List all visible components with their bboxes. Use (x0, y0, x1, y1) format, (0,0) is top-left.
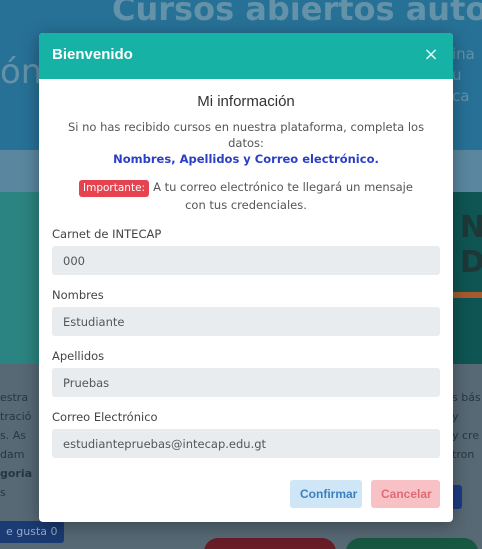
intro-text: Si no has recibido cursos en nuestra pla… (67, 120, 425, 150)
apellidos-label: Apellidos (52, 349, 105, 363)
modal-body: Mi información Si no has recibido cursos… (39, 93, 453, 458)
notice: Importante: A tu correo electrónico te ll… (52, 179, 440, 214)
cancel-button[interactable]: Cancelar (371, 480, 440, 508)
important-badge: Importante: (79, 180, 150, 197)
email-field[interactable] (52, 429, 440, 458)
field-apellidos: Apellidos (52, 349, 440, 397)
close-icon[interactable]: × (421, 45, 441, 65)
field-nombres: Nombres (52, 288, 440, 336)
field-correo: Correo Electrónico (52, 410, 440, 458)
correo-label: Correo Electrónico (52, 410, 158, 424)
carnet-input[interactable] (52, 246, 440, 275)
nombres-input[interactable] (52, 307, 440, 336)
apellidos-input[interactable] (52, 368, 440, 397)
required-fields-text: Nombres, Apellidos y Correo electrónico. (113, 152, 379, 166)
modal-actions: Confirmar Cancelar (290, 480, 440, 508)
field-carnet: Carnet de INTECAP (52, 227, 440, 275)
notice-text: A tu correo electrónico te llegará un me… (153, 180, 413, 212)
carnet-label: Carnet de INTECAP (52, 227, 162, 241)
nombres-label: Nombres (52, 288, 104, 302)
confirm-button[interactable]: Confirmar (290, 480, 362, 508)
modal-header: Bienvenido × (39, 33, 453, 79)
modal-title: Bienvenido (52, 46, 133, 63)
info-heading: Mi información (197, 93, 295, 110)
welcome-modal: Bienvenido × Mi información Si no has re… (39, 33, 453, 522)
info-intro: Si no has recibido cursos en nuestra pla… (52, 119, 440, 167)
